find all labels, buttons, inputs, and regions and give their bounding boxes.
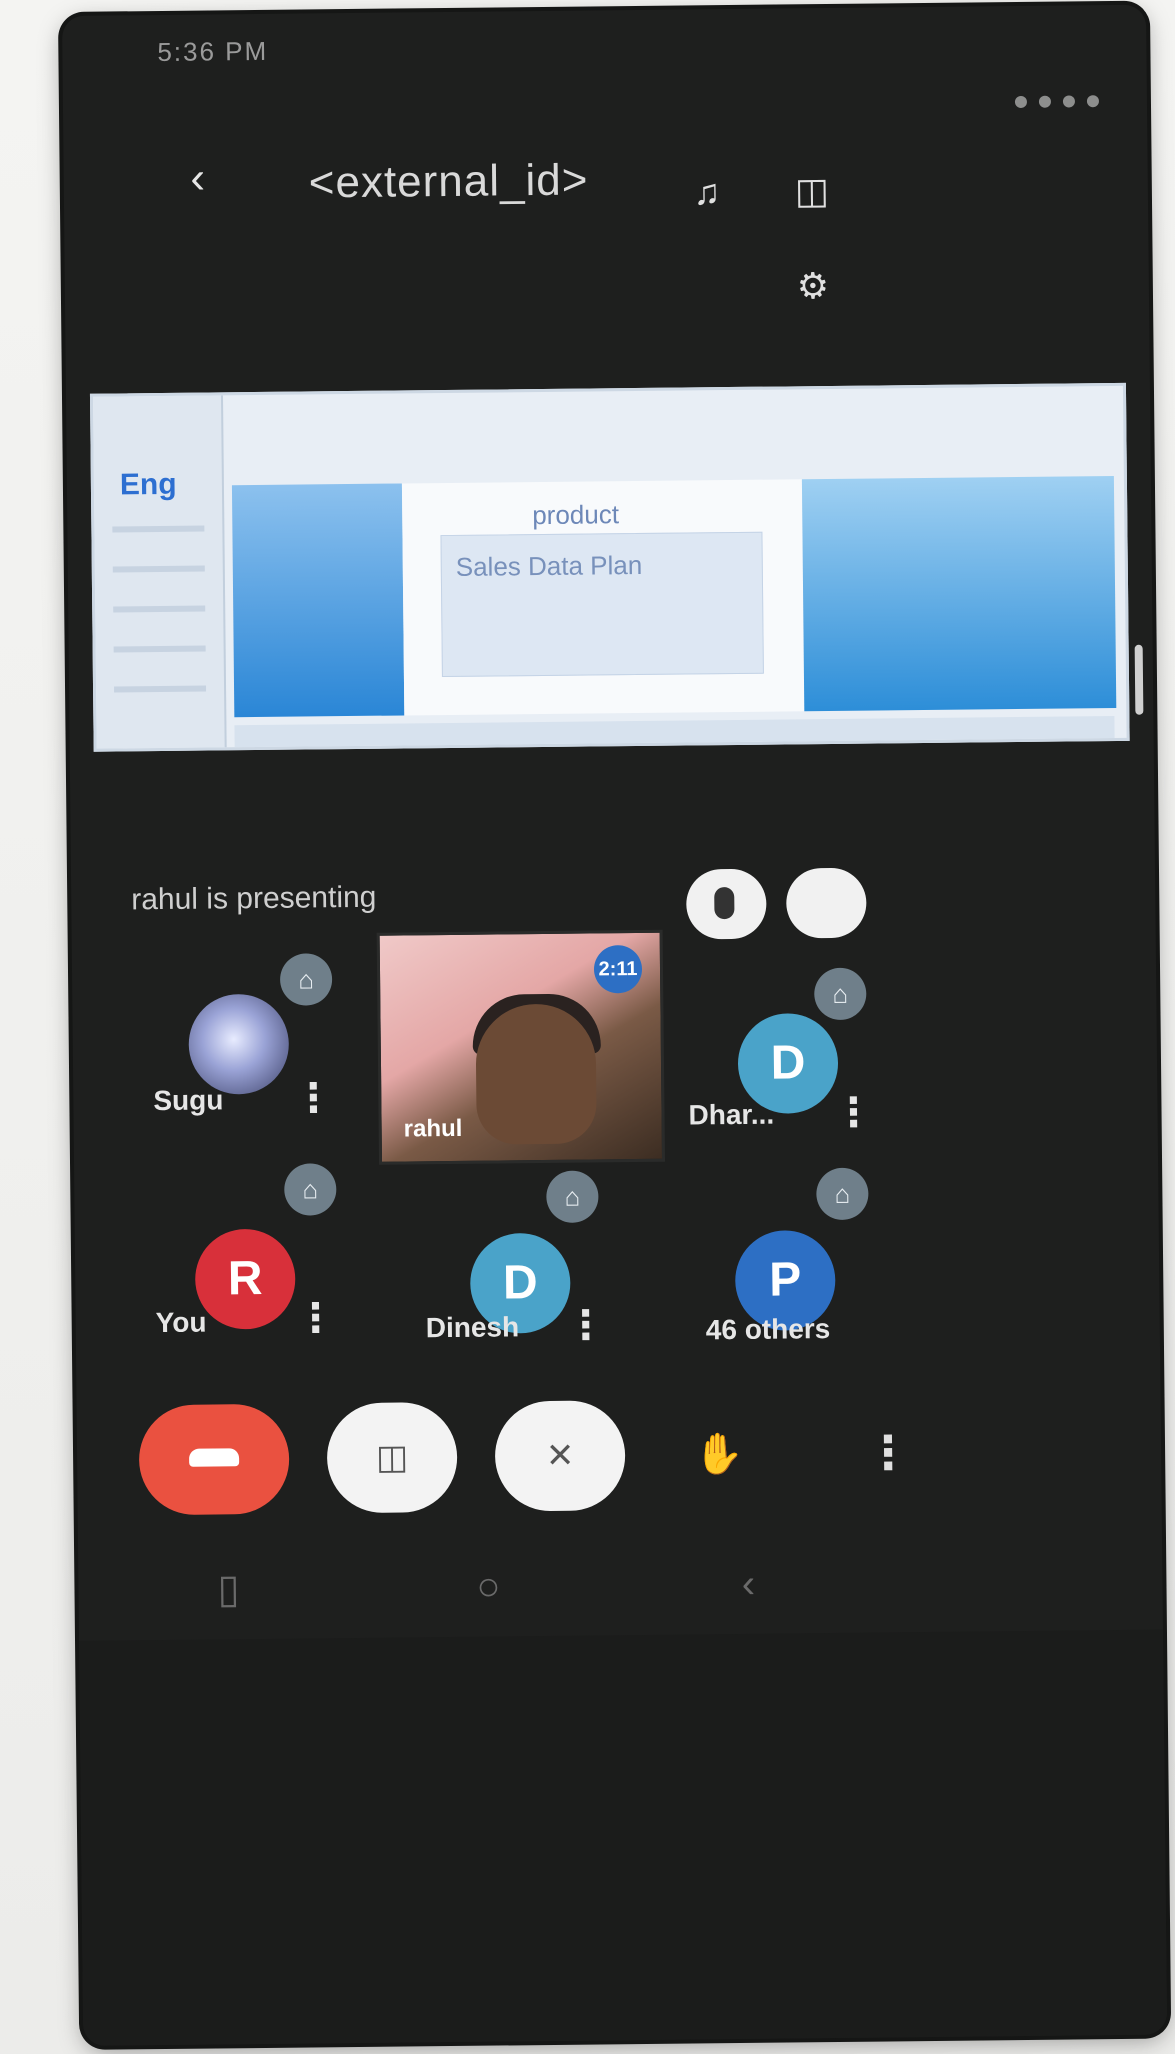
shared-screen-sidebar: Eng [92,395,227,749]
video-off-icon: ◫ [375,1438,409,1477]
back-icon[interactable]: ‹ [718,1554,779,1615]
raise-hand-icon[interactable]: ✋ [689,1424,750,1485]
status-icons [1014,95,1100,109]
avatar [188,993,290,1095]
meeting-title: <external_id> [308,155,589,208]
more-options-icon[interactable]: ⋮ [865,1422,912,1482]
video-off-button[interactable]: ◫ [326,1401,458,1514]
video-face [475,1003,597,1145]
presenter-mic-button[interactable] [685,868,767,940]
participant-name: Sugu [153,1084,224,1117]
bluetooth-icon[interactable]: ♫ [679,164,736,221]
participant-tile[interactable]: ⌂ D Dinesh ⋮ [374,1170,666,1373]
shared-screen[interactable]: Eng product Sales Data Plan [89,382,1130,752]
shared-doc-box: Sales Data Plan [440,531,764,678]
presenter-label: rahul is presenting [131,880,377,917]
wifi-icon [1038,95,1052,108]
participant-name: You [155,1306,207,1339]
shared-image-left [231,483,405,718]
call-controls: ◫ ✕ ✋ ⋮ [77,1395,1162,1536]
participant-video-tile[interactable]: 2:11 rahul [376,929,666,1165]
participant-name: rahul [403,1114,463,1143]
shared-doc-text: Sales Data Plan [455,549,643,582]
home-icon[interactable]: ○ [458,1556,519,1617]
pin-icon[interactable]: ⌂ [816,1167,869,1221]
pin-icon[interactable]: ⌂ [284,1163,337,1216]
mute-button[interactable]: ✕ [494,1400,626,1512]
status-bar: 5:36 PM [62,5,1147,109]
participant-name: 46 others [705,1313,831,1346]
signal-icon [1014,95,1028,109]
pin-icon[interactable]: ⌂ [279,953,333,1006]
pin-icon[interactable]: ⌂ [814,967,867,1021]
sidebar-row [114,685,207,693]
more-options-icon[interactable]: ⋮ [833,1088,873,1138]
android-nav-bar: ▯ ○ ‹ [78,1540,1163,1641]
participant-name: Dinesh [425,1311,520,1344]
shared-app-label: Eng [119,467,177,502]
participant-tile[interactable]: ⌂ Sugu ⋮ [112,942,404,1145]
mic-icon [714,887,735,920]
end-call-button[interactable] [138,1403,290,1516]
more-options-icon[interactable]: ⋮ [295,1293,335,1343]
avatar: R [194,1228,296,1330]
sidebar-row [112,565,205,573]
shared-image-right [801,476,1117,712]
sidebar-row [113,645,206,653]
meeting-header: ‹ <external_id> ♫ ◫ ⚙ [63,120,1148,307]
participant-name: Dhar... [688,1098,775,1131]
phone-lower-body [79,1629,1168,2046]
mute-icon: ✕ [545,1436,575,1476]
scroll-indicator[interactable] [1134,644,1144,715]
participant-tile-others[interactable]: ⌂ P 46 others [634,1157,926,1360]
more-options-icon[interactable]: ⋮ [293,1073,333,1123]
sidebar-row [113,605,206,613]
notification-icon [1086,95,1100,108]
back-icon[interactable]: ‹ [173,154,222,203]
end-call-icon [189,1448,240,1467]
battery-icon [1062,95,1076,108]
participant-tile[interactable]: ⌂ R You ⋮ [114,1162,406,1365]
camera-switch-icon[interactable]: ◫ [784,163,841,220]
phone-screen: 5:36 PM ‹ <external_id> ♫ ◫ ⚙ Eng produc… [62,4,1168,2046]
presenter-settings-button[interactable] [785,867,867,939]
settings-icon[interactable]: ⚙ [785,258,842,315]
pin-icon[interactable]: ⌂ [546,1170,599,1223]
more-options-icon[interactable]: ⋮ [565,1301,606,1351]
shared-screen-statusbar [234,716,1115,748]
sidebar-row [112,525,205,533]
status-time: 5:36 PM [157,35,269,68]
shared-document: product Sales Data Plan [401,479,805,716]
recents-icon[interactable]: ▯ [198,1559,259,1620]
participant-tile[interactable]: ⌂ D Dhar... ⋮ [632,937,924,1140]
shared-doc-title: product [532,499,620,531]
